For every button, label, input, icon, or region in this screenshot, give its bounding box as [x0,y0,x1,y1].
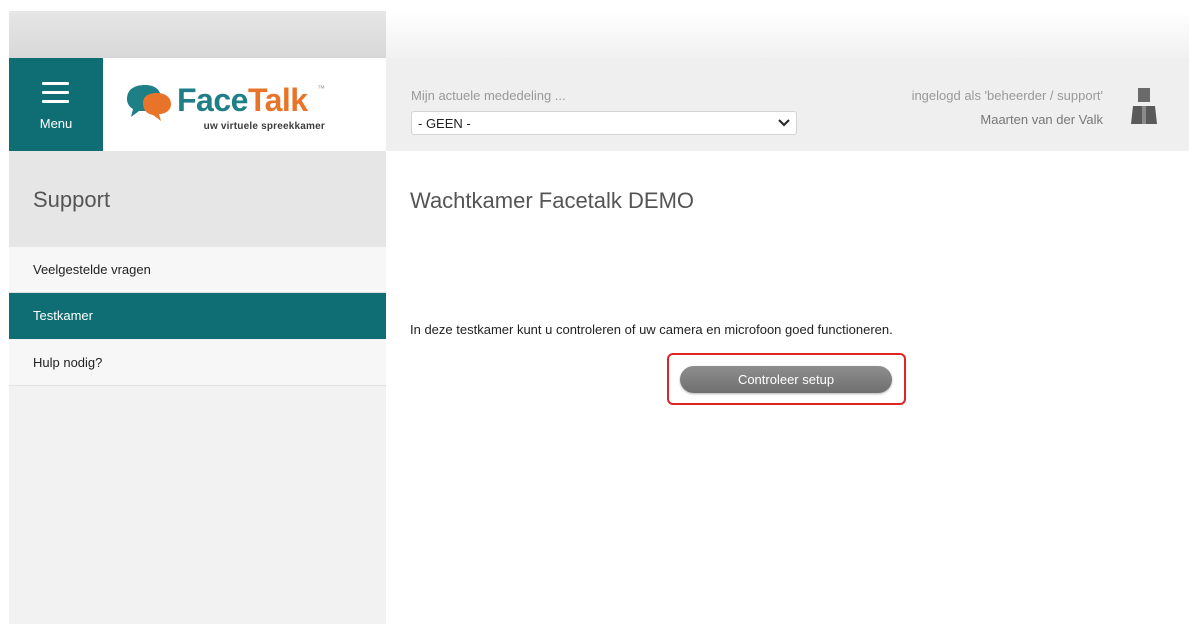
logo-brand-face: Face [177,82,248,118]
logo-wordmark: FaceTalk [177,84,308,116]
sidebar-item-help[interactable]: Hulp nodig? [9,340,386,386]
logo-tagline: uw virtuele spreekkamer [203,121,325,132]
sidebar-item-label: Hulp nodig? [33,355,103,370]
logo-brand-talk: Talk [247,82,308,118]
chevron-down-icon [778,119,790,127]
sidebar-top-strip [9,11,386,58]
hamburger-icon [42,82,69,103]
header-bar [386,58,1189,151]
menu-button[interactable]: Menu [9,58,103,151]
menu-label: Menu [39,116,73,131]
announcement-label: Mijn actuele mededeling ... [411,88,566,103]
logo: FaceTalk ™ uw virtuele spreekkamer [103,58,386,151]
sidebar-item-faq[interactable]: Veelgestelde vragen [9,247,386,293]
intro-text: In deze testkamer kunt u controleren of … [410,322,893,337]
top-strip [386,11,1189,58]
logo-trademark: ™ [317,84,325,93]
user-name: Maarten van der Valk [980,112,1103,127]
announcement-select[interactable]: - GEEN - [411,111,797,135]
check-setup-button[interactable]: Controleer setup [680,366,892,393]
sidebar-item-testkamer[interactable]: Testkamer [9,293,386,339]
sidebar-title-text: Support [33,187,111,212]
announcement-selected-value: - GEEN - [418,116,471,131]
sidebar-item-label: Veelgestelde vragen [33,262,151,277]
sidebar-item-label: Testkamer [33,308,93,323]
speech-bubbles-icon [127,85,171,121]
sidebar-title: Support [9,151,386,247]
page-title: Wachtkamer Facetalk DEMO [410,188,695,213]
user-avatar-icon[interactable] [1127,86,1161,126]
login-role: ingelogd als 'beheerder / support' [911,88,1103,103]
